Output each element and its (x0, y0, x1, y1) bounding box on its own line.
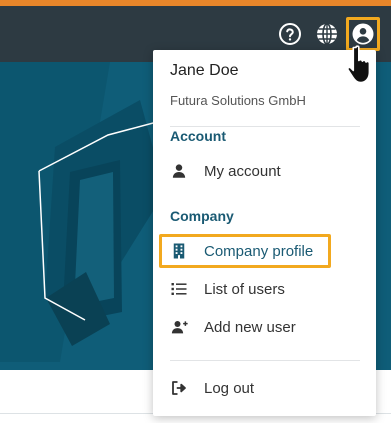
company-section-title: Company (170, 208, 234, 224)
my-account-label: My account (204, 162, 281, 180)
person-icon (169, 161, 189, 181)
add-user-icon (169, 317, 189, 337)
log-out-label: Log out (204, 379, 255, 397)
menu-divider (170, 360, 360, 361)
account-section-title: Account (170, 128, 226, 144)
user-name: Jane Doe (170, 62, 239, 79)
company-profile-item[interactable]: Company profile (159, 234, 331, 268)
user-icon (352, 23, 374, 45)
building-icon (169, 241, 189, 261)
list-of-users-label: List of users (204, 280, 285, 298)
log-out-item[interactable]: Log out (163, 372, 363, 404)
logout-icon (169, 378, 189, 398)
company-name: Futura Solutions GmbH (170, 93, 306, 108)
help-icon (279, 23, 301, 45)
list-icon (169, 279, 189, 299)
add-new-user-label: Add new user (204, 318, 296, 336)
company-profile-label: Company profile (204, 242, 314, 260)
language-button[interactable] (313, 20, 341, 48)
user-dropdown-menu: Jane Doe Futura Solutions GmbH Account M… (153, 50, 376, 416)
globe-icon (317, 23, 337, 45)
hand-cursor-icon (346, 45, 371, 84)
list-of-users-item[interactable]: List of users (163, 273, 363, 305)
my-account-item[interactable]: My account (163, 155, 363, 187)
add-new-user-item[interactable]: Add new user (163, 311, 363, 343)
help-button[interactable] (276, 20, 304, 48)
menu-divider (170, 126, 360, 127)
